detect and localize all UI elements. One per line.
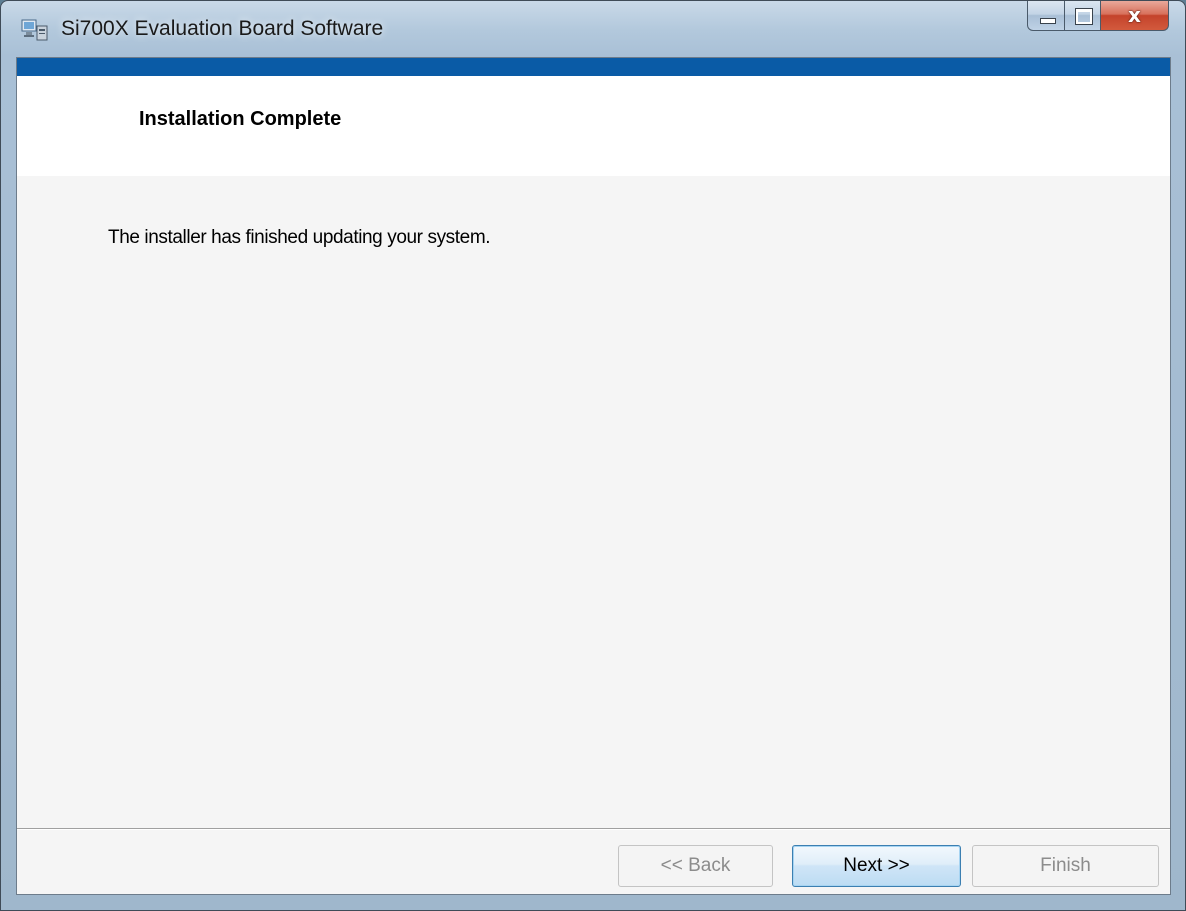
finish-button[interactable]: Finish bbox=[972, 845, 1159, 887]
completion-message: The installer has finished updating your… bbox=[108, 227, 491, 248]
page-title: Installation Complete bbox=[139, 108, 342, 130]
header-banner: Installation Complete bbox=[17, 76, 1170, 176]
next-button[interactable]: Next >> bbox=[792, 845, 961, 887]
maximize-icon bbox=[1075, 8, 1093, 25]
installer-content-area: Installation Complete The installer has … bbox=[16, 57, 1171, 895]
installer-computer-icon bbox=[21, 19, 48, 41]
minimize-button[interactable] bbox=[1027, 1, 1065, 31]
back-button[interactable]: << Back bbox=[618, 845, 773, 887]
close-button[interactable]: x bbox=[1101, 1, 1169, 31]
maximize-button[interactable] bbox=[1065, 1, 1101, 31]
close-icon: x bbox=[1128, 3, 1141, 27]
title-bar[interactable]: Si700X Evaluation Board Software x bbox=[1, 1, 1185, 57]
minimize-icon bbox=[1040, 18, 1056, 24]
window-title: Si700X Evaluation Board Software bbox=[61, 17, 384, 40]
button-separator bbox=[17, 828, 1170, 830]
caption-buttons: x bbox=[1027, 1, 1169, 31]
installer-window: Si700X Evaluation Board Software x Insta… bbox=[0, 0, 1186, 911]
accent-band bbox=[17, 58, 1170, 76]
